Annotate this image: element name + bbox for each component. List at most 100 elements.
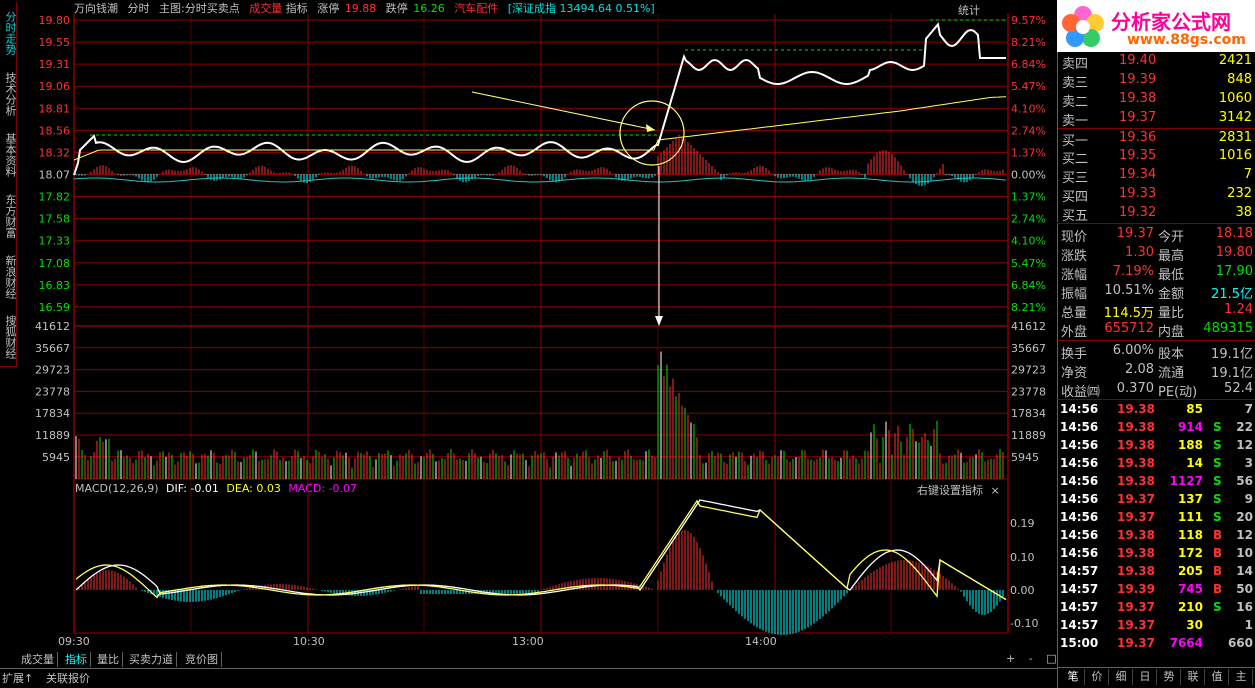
quote-label: 内盘 <box>1158 325 1185 340</box>
tick-time: 14:56 <box>1060 402 1099 416</box>
order-label: 卖三 <box>1062 76 1089 91</box>
ask-row[interactable]: 卖三 19.39 848 <box>1058 71 1255 91</box>
tick-row[interactable]: 14:56 19.38 118 B 12 <box>1058 526 1255 544</box>
zoom-out-button[interactable]: - <box>1029 652 1033 665</box>
tick-time: 15:00 <box>1060 636 1099 650</box>
logo-url: www.88gs.com <box>1127 32 1246 48</box>
macd-value: MACD: -0.07 <box>288 482 357 495</box>
tick-row[interactable]: 14:56 19.38 1127 S 56 <box>1058 472 1255 490</box>
tick-row[interactable]: 14:56 19.38 85 7 <box>1058 400 1255 418</box>
tick-row[interactable]: 14:57 19.37 30 1 <box>1058 616 1255 634</box>
tick-volume: 14 <box>1186 456 1203 470</box>
volume-tick: 5945 <box>42 451 70 464</box>
bottom-tab-1[interactable]: 指标 <box>62 652 91 667</box>
quote-label: 涨跌 <box>1061 249 1088 264</box>
logo-banner: 分析家公式网 www.88gs.com <box>1057 0 1255 52</box>
tick-row[interactable]: 14:57 19.39 745 B 50 <box>1058 580 1255 598</box>
tick-row[interactable]: 14:56 19.37 137 S 9 <box>1058 490 1255 508</box>
tick-direction: B <box>1213 582 1223 596</box>
bid-row[interactable]: 买四 19.33 232 <box>1058 185 1255 205</box>
tick-time: 14:56 <box>1060 510 1099 524</box>
bottom-tab-4[interactable]: 竞价图 <box>182 652 222 667</box>
quote-value: 1.30 <box>1125 245 1154 260</box>
zoom-in-button[interactable]: + <box>1006 652 1015 665</box>
tick-row[interactable]: 14:56 19.38 14 S 3 <box>1058 454 1255 472</box>
tick-price: 19.37 <box>1117 600 1155 614</box>
price-tick: 19.06 <box>39 80 71 93</box>
right-tab-1[interactable]: 价 <box>1086 669 1109 685</box>
order-label: 买四 <box>1062 190 1089 205</box>
indicator-settings-label[interactable]: 右键设置指标 <box>917 484 983 497</box>
right-tab-3[interactable]: 日 <box>1134 669 1157 685</box>
percent-tick: 4.10% <box>1011 235 1046 248</box>
order-label: 买五 <box>1062 209 1089 224</box>
order-book: 卖四 19.40 2421 卖三 19.39 848 卖二 19.38 1060 卖一 19.37 3… <box>1057 52 1255 224</box>
tick-row[interactable]: 14:56 19.37 111 S 20 <box>1058 508 1255 526</box>
bid-row[interactable]: 买五 19.32 38 <box>1058 204 1255 224</box>
percent-tick: 6.84% <box>1011 58 1046 71</box>
related-quotes-tab[interactable]: 关联报价 <box>46 670 90 686</box>
tick-price: 19.38 <box>1117 438 1155 452</box>
bottom-tab-3[interactable]: 买卖力道 <box>126 652 177 667</box>
bottom-tab-0[interactable]: 成交量 <box>18 652 58 667</box>
ask-row[interactable]: 卖二 19.38 1060 <box>1058 90 1255 110</box>
tick-price: 19.38 <box>1117 474 1155 488</box>
percent-tick: 5.47% <box>1011 257 1046 270</box>
right-tab-0[interactable]: 笔 <box>1062 669 1085 685</box>
price-tick: 18.07 <box>39 168 71 181</box>
indicator-settings[interactable]: 右键设置指标 × <box>917 482 1000 498</box>
price-tick: 17.33 <box>39 235 71 248</box>
bid-row[interactable]: 买二 19.35 1016 <box>1058 147 1255 167</box>
tick-row[interactable]: 14:56 19.38 188 S 12 <box>1058 436 1255 454</box>
tick-time: 14:57 <box>1060 564 1099 578</box>
tick-time: 14:56 <box>1060 420 1099 434</box>
tick-volume: 188 <box>1177 438 1203 452</box>
order-label: 卖一 <box>1062 114 1089 129</box>
tick-count: 16 <box>1236 600 1253 614</box>
tick-time: 14:56 <box>1060 438 1099 452</box>
tick-volume: 914 <box>1177 420 1203 434</box>
right-tab-2[interactable]: 细 <box>1110 669 1133 685</box>
right-tab-4[interactable]: 势 <box>1158 669 1181 685</box>
right-tab-5[interactable]: 联 <box>1182 669 1205 685</box>
expand-button[interactable]: 扩展↑ <box>2 670 33 686</box>
tick-price: 19.37 <box>1117 636 1155 650</box>
right-tab-6[interactable]: 值 <box>1206 669 1229 685</box>
ask-row[interactable]: 卖一 19.37 3142 <box>1058 109 1255 129</box>
fundamental-row: 收益㈣ 0.370 PE(动) 52.4 <box>1058 380 1255 400</box>
tick-row[interactable]: 14:57 19.38 205 B 14 <box>1058 562 1255 580</box>
bid-row[interactable]: 买三 19.34 7 <box>1058 166 1255 186</box>
bottom-tab-2[interactable]: 量比 <box>94 652 123 667</box>
quote-value: 17.90 <box>1215 264 1253 279</box>
fund-label: 流通 <box>1158 366 1185 381</box>
macd-tick: 0.10 <box>1010 551 1035 564</box>
zoom-controls: + - □ <box>1006 652 1057 665</box>
tick-volume: 118 <box>1177 528 1203 542</box>
right-tab-7[interactable]: 主 <box>1230 669 1253 685</box>
order-price: 19.35 <box>1119 148 1157 163</box>
maximize-button[interactable]: □ <box>1046 652 1056 665</box>
tick-volume: 745 <box>1177 582 1203 596</box>
tick-price: 19.38 <box>1117 456 1155 470</box>
price-tick: 17.82 <box>39 191 71 204</box>
fund-value: 6.00% <box>1112 343 1154 358</box>
quote-label: 现价 <box>1061 230 1088 245</box>
bid-row[interactable]: 买一 19.36 2831 <box>1058 128 1255 149</box>
volume-tick: 17834 <box>1011 407 1046 420</box>
percent-tick: 1.37% <box>1011 146 1046 159</box>
tick-price: 19.38 <box>1117 546 1155 560</box>
time-tick: 09:30 <box>58 635 90 648</box>
fund-value: 19.1亿 <box>1211 347 1253 362</box>
percent-tick: 8.21% <box>1011 36 1046 49</box>
tick-row[interactable]: 15:00 19.37 7664 660 <box>1058 634 1255 652</box>
tick-row[interactable]: 14:56 19.38 914 S 22 <box>1058 418 1255 436</box>
tick-list[interactable]: 14:56 19.38 85 7 14:56 19.38 914 S 22 14:56 19.38 1… <box>1057 399 1255 668</box>
tick-time: 14:56 <box>1060 456 1099 470</box>
ask-row[interactable]: 卖四 19.40 2421 <box>1058 52 1255 72</box>
tick-row[interactable]: 14:57 19.37 210 S 16 <box>1058 598 1255 616</box>
intraday-chart[interactable]: 19.80 9.57% 19.55 8.21% 19.31 6.84% 19.06 5.47%… <box>0 0 1056 652</box>
tick-row[interactable]: 14:56 19.38 172 B 10 <box>1058 544 1255 562</box>
close-icon[interactable]: × <box>991 484 1000 497</box>
quote-label: 外盘 <box>1061 325 1088 340</box>
tick-price: 19.37 <box>1117 510 1155 524</box>
